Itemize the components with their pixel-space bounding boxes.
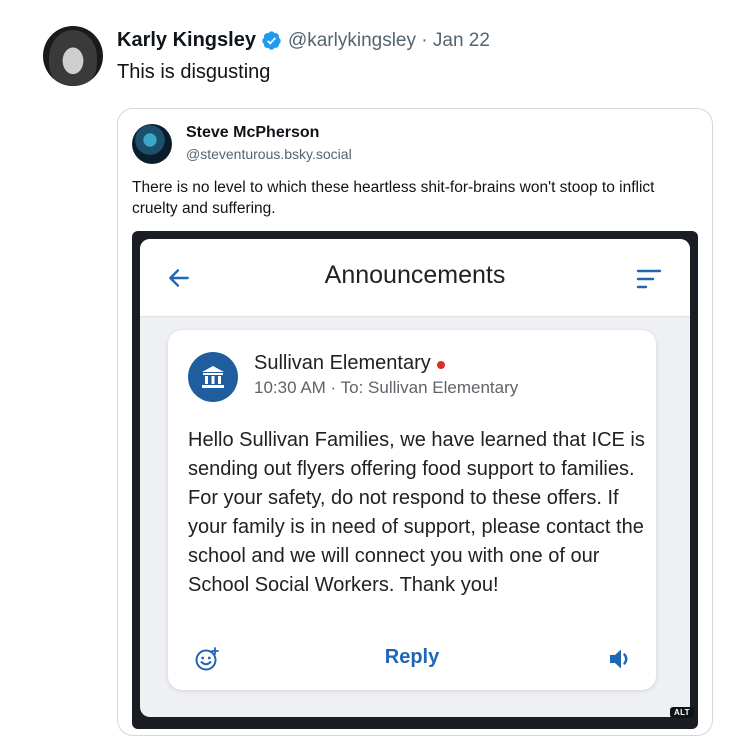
author-avatar[interactable] xyxy=(43,26,103,86)
announcement-card: Sullivan Elementary 10:30 AM · To: Sulli… xyxy=(168,330,656,690)
bank-building-icon xyxy=(202,366,224,388)
author-name[interactable]: Karly Kingsley xyxy=(117,29,256,52)
quoted-author-handle: @steventurous.bsky.social xyxy=(186,146,352,162)
avatar-photo xyxy=(49,30,97,86)
announcement-meta: 10:30 AM · To: Sullivan Elementary xyxy=(254,378,519,397)
quoted-author-avatar xyxy=(132,124,172,164)
quoted-post[interactable]: Steve McPherson @steventurous.bsky.socia… xyxy=(117,108,713,736)
verified-badge-icon xyxy=(262,31,281,50)
quoted-post-text: There is no level to which these heartle… xyxy=(132,179,655,217)
app-bar: Announcements xyxy=(140,239,690,317)
filter-lines-icon xyxy=(636,269,662,289)
quoted-author-name: Steve McPherson xyxy=(186,124,320,141)
tweet-header: Karly Kingsley @karlykingsley · Jan 22 xyxy=(117,29,490,52)
unread-dot xyxy=(436,360,445,369)
sender-name-text: Sullivan Elementary xyxy=(254,352,431,374)
phone-screen: Announcements Sullivan Elementary 10:30 … xyxy=(140,239,690,717)
reply-button: Reply xyxy=(384,646,440,668)
tweet-date[interactable]: Jan 22 xyxy=(433,30,490,51)
tweet-text: This is disgusting xyxy=(117,61,271,83)
alt-text-badge[interactable]: ALT xyxy=(670,707,694,718)
announcement-message: Hello Sullivan Families, we have learned… xyxy=(188,429,645,596)
school-logo xyxy=(188,352,238,402)
page-title: Announcements xyxy=(324,261,506,289)
attached-screenshot[interactable]: Announcements Sullivan Elementary 10:30 … xyxy=(132,231,698,729)
sender-name: Sullivan Elementary xyxy=(254,352,445,375)
handle-separator: · xyxy=(421,29,428,51)
author-handle[interactable]: @karlykingsley · Jan 22 xyxy=(288,30,490,52)
speaker-icon xyxy=(610,649,628,669)
